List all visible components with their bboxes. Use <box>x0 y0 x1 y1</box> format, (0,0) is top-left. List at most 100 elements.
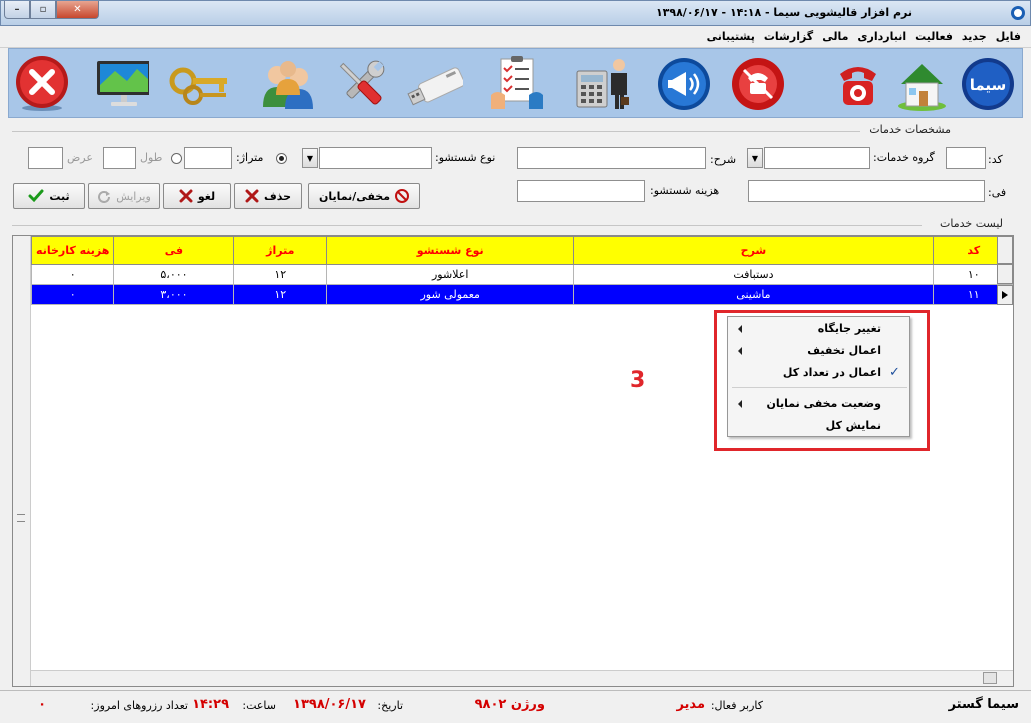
code-input[interactable] <box>946 147 986 169</box>
column-header-area[interactable]: متراژ <box>233 236 328 265</box>
users-button[interactable] <box>257 54 315 114</box>
cell-area[interactable]: ۱۲ <box>233 264 328 285</box>
close-window-button[interactable]: ✕ <box>56 1 99 19</box>
services-grid[interactable]: هزینه کارخانه فی متراژ نوع شستشو شرح کد … <box>12 235 1014 687</box>
menu-file[interactable]: فایل <box>996 30 1021 43</box>
exit-icon <box>16 56 68 111</box>
area-label: متراژ: <box>236 151 264 164</box>
details-group-title: مشخصات خدمات <box>869 123 951 136</box>
announcement-button[interactable] <box>655 54 713 114</box>
menu-inventory[interactable]: انبارداری <box>857 30 906 43</box>
row-indicator[interactable] <box>997 264 1013 284</box>
checklist-icon <box>491 56 543 109</box>
password-button[interactable] <box>169 54 227 114</box>
context-item-apply-total[interactable]: اعمال در تعداد کل ✓ <box>728 362 909 384</box>
row-indicator-current[interactable] <box>997 285 1013 305</box>
column-header-wash-type[interactable]: نوع شستشو <box>326 236 575 265</box>
description-label: شرح: <box>710 153 737 166</box>
column-header-factory-cost[interactable]: هزینه کارخانه <box>30 236 115 265</box>
window-title: نرم افزار قالیشویی سیما - ۱۴:۱۸ - ۱۳۹۸/۰… <box>655 6 912 19</box>
details-group-divider <box>12 131 860 132</box>
price-input[interactable] <box>748 180 985 202</box>
menu-new[interactable]: جدید <box>962 30 987 43</box>
cancel-label: لغو <box>197 189 216 203</box>
vertical-scrollbar[interactable] <box>13 236 31 686</box>
toggle-visibility-button[interactable]: مخفی/نمایان <box>308 183 420 209</box>
delete-button[interactable]: حذف <box>234 183 302 209</box>
reservations-label: تعداد رزروهای امروز: <box>90 699 188 712</box>
context-item-show-all[interactable]: نمایش کل <box>728 415 909 437</box>
table-row[interactable]: ۰ ۵،۰۰۰ ۱۲ اعلاشور دستبافت ۱۰ <box>30 264 1013 285</box>
cell-factory-cost[interactable]: ۰ <box>30 284 115 305</box>
area-radio[interactable] <box>276 153 287 164</box>
menu-activity[interactable]: فعالیت <box>915 30 953 43</box>
phone-button[interactable] <box>829 54 887 114</box>
length-label: طول <box>140 151 163 164</box>
context-menu: تغییر جایگاه اعمال تخفیف اعمال در تعداد … <box>727 316 910 437</box>
home-button[interactable] <box>893 54 951 114</box>
settings-tools-button[interactable] <box>331 54 389 114</box>
service-group-combo[interactable] <box>764 147 870 169</box>
service-group-dropdown-icon[interactable]: ▼ <box>747 148 763 168</box>
minimize-button[interactable]: – <box>4 1 30 19</box>
wash-type-dropdown-icon[interactable]: ▼ <box>302 148 318 168</box>
submenu-arrow-icon <box>738 347 742 355</box>
phone-block-icon <box>732 58 784 110</box>
context-item-visibility-status[interactable]: وضعیت مخفی نمایان <box>728 393 909 415</box>
accounting-button[interactable] <box>571 54 629 114</box>
width-label: عرض <box>67 151 93 164</box>
area-input[interactable] <box>184 147 232 169</box>
column-header-price[interactable]: فی <box>113 236 235 265</box>
cell-price[interactable]: ۵،۰۰۰ <box>113 264 235 285</box>
cell-description[interactable]: دستبافت <box>573 264 934 285</box>
cancel-button[interactable]: لغو <box>163 183 231 209</box>
menu-reports[interactable]: گزارشات <box>764 30 813 43</box>
cell-factory-cost[interactable]: ۰ <box>30 264 115 285</box>
megaphone-icon <box>658 58 710 110</box>
edit-label: ویرایش <box>116 189 151 203</box>
checkmark-icon <box>28 189 44 203</box>
delete-x-icon <box>245 189 259 203</box>
width-input[interactable] <box>28 147 63 169</box>
wash-type-combo[interactable] <box>319 147 432 169</box>
column-header-description[interactable]: شرح <box>573 236 934 265</box>
svg-text:سیما: سیما <box>970 76 1007 94</box>
blocked-calls-button[interactable] <box>729 54 787 114</box>
monitor-button[interactable] <box>91 54 149 114</box>
table-header-row: هزینه کارخانه فی متراژ نوع شستشو شرح کد <box>30 236 1013 265</box>
cell-area[interactable]: ۱۲ <box>233 284 328 305</box>
status-bar: سیما گستر کاربر فعال: مدیر ورژن ۹۸۰۲ تار… <box>0 690 1031 723</box>
date-label: تاریخ: <box>377 699 403 712</box>
table-row-selected[interactable]: ۰ ۳،۰۰۰ ۱۲ معمولی شور ماشینی ۱۱ <box>30 284 1013 305</box>
code-label: کد: <box>988 153 1003 166</box>
context-item-label: اعمال تخفیف <box>807 344 881 357</box>
checklist-button[interactable] <box>487 54 545 114</box>
description-input[interactable] <box>517 147 706 169</box>
scroll-thumb[interactable] <box>983 672 997 684</box>
sima-logo-button[interactable]: سیما <box>959 54 1017 114</box>
window-controls: – ▫ ✕ <box>4 1 99 19</box>
backup-button[interactable] <box>405 54 463 114</box>
length-radio[interactable] <box>171 153 182 164</box>
menu-support[interactable]: پشتیبانی <box>707 30 755 43</box>
price-label: فی: <box>988 186 1007 199</box>
cell-wash-type[interactable]: اعلاشور <box>326 264 575 285</box>
window-titlebar: – ▫ ✕ نرم افزار قالیشویی سیما - ۱۴:۱۸ - … <box>0 0 1031 26</box>
context-item-apply-discount[interactable]: اعمال تخفیف <box>728 340 909 362</box>
version-text: ورژن ۹۸۰۲ <box>474 697 545 712</box>
edit-button[interactable]: ویرایش <box>88 183 160 209</box>
service-group-label: گروه خدمات: <box>873 151 935 164</box>
context-item-change-position[interactable]: تغییر جایگاه <box>728 318 909 340</box>
main-toolbar: سیما <box>8 48 1023 118</box>
wash-cost-input[interactable] <box>517 180 645 202</box>
cell-description[interactable]: ماشینی <box>573 284 934 305</box>
maximize-button[interactable]: ▫ <box>30 1 56 19</box>
length-input[interactable] <box>103 147 136 169</box>
menu-finance[interactable]: مالی <box>822 30 848 43</box>
exit-button[interactable] <box>13 54 71 114</box>
save-button[interactable]: ثبت <box>13 183 85 209</box>
delete-label: حذف <box>263 189 292 203</box>
horizontal-scrollbar[interactable] <box>31 670 1013 686</box>
cell-wash-type[interactable]: معمولی شور <box>326 284 575 305</box>
cell-price[interactable]: ۳،۰۰۰ <box>113 284 235 305</box>
